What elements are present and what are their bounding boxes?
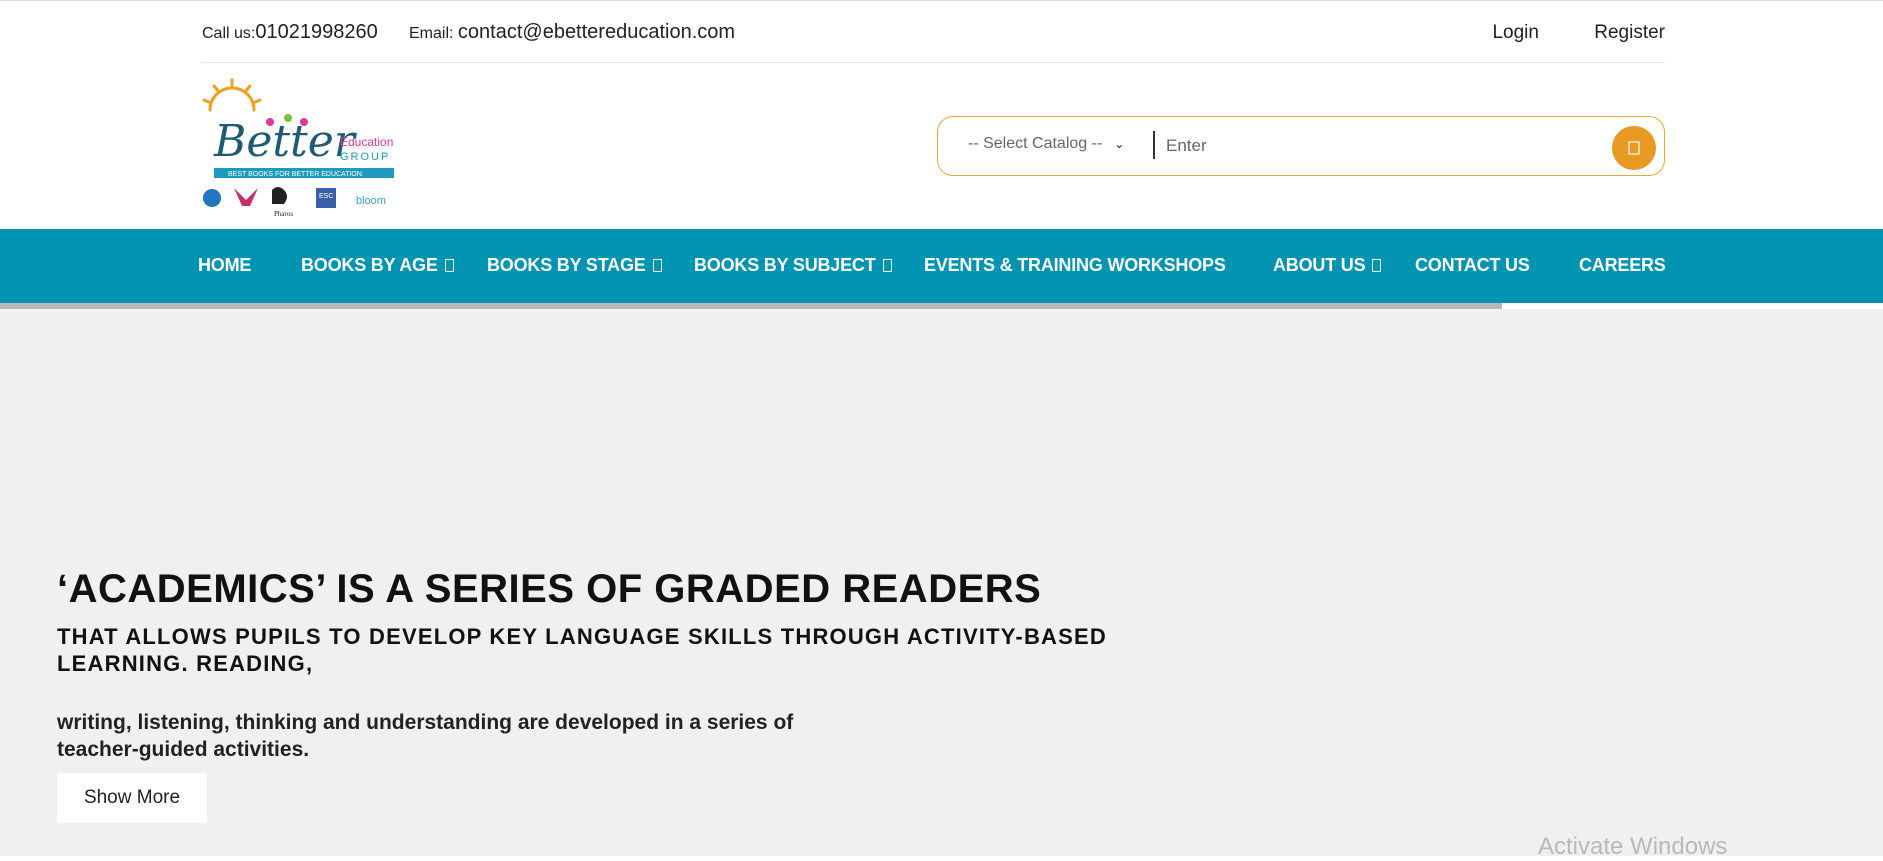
search-divider [1153, 131, 1155, 159]
logo-wordmark: Better [213, 116, 358, 167]
logo-education-text: Education [340, 135, 393, 149]
search-bar: -- Select Catalog -- ⌄ [937, 116, 1665, 176]
dropdown-icon [652, 259, 662, 272]
nav-books-by-stage-label: BOOKS BY STAGE [487, 255, 646, 275]
nav-about-us-label: ABOUT US [1273, 255, 1366, 275]
nav-books-by-age-label: BOOKS BY AGE [301, 255, 438, 275]
logo-tagline: BEST BOOKS FOR BETTER EDUCATION [228, 171, 362, 178]
nav-careers[interactable]: CAREERS [1579, 255, 1666, 276]
activate-windows-watermark: Activate Windows [1538, 833, 1728, 860]
show-more-button[interactable]: Show More [57, 773, 207, 823]
email-label: Email: [409, 25, 454, 42]
logo-pharos-text: Pharos [274, 210, 293, 218]
nav-books-by-stage[interactable]: BOOKS BY STAGE [487, 255, 662, 276]
better-education-logo[interactable]: Better Education GROUP BEST BOOKS FOR BE… [200, 76, 396, 220]
login-link[interactable]: Login [1492, 22, 1539, 43]
catalog-select[interactable]: -- Select Catalog -- ⌄ [968, 135, 1124, 153]
logo-esc-text: ESC [319, 193, 333, 200]
nav-home-label: HOME [198, 255, 252, 275]
logo-bloom-text: bloom [356, 195, 386, 207]
hero-subtitle: THAT ALLOWS PUPILS TO DEVELOP KEY LANGUA… [57, 624, 1107, 676]
call-label: Call us: [202, 25, 256, 42]
hero-body-text: writing, listening, thinking and underst… [57, 711, 794, 761]
dropdown-icon [882, 259, 892, 272]
catalog-select-label: -- Select Catalog -- [968, 135, 1103, 152]
nav-books-by-age[interactable]: BOOKS BY AGE [301, 255, 454, 276]
logo-graphic: Better Education GROUP BEST BOOKS FOR BE… [202, 78, 394, 218]
search-icon [1628, 141, 1640, 155]
nav-home[interactable]: HOME [198, 255, 251, 276]
top-bar: Call us:01021998260 Email: contact@ebett… [0, 0, 1883, 63]
logo-group-text: GROUP [340, 151, 390, 163]
nav-contact-us[interactable]: CONTACT US [1415, 255, 1530, 276]
header: Better Education GROUP BEST BOOKS FOR BE… [0, 62, 1883, 229]
chevron-down-icon: ⌄ [1114, 137, 1125, 151]
nav-events-label: EVENTS & TRAINING WORKSHOPS [924, 255, 1226, 275]
dropdown-icon [444, 259, 454, 272]
email-contact: Email: contact@ebettereducation.com [409, 21, 735, 44]
nav-books-by-subject-label: BOOKS BY SUBJECT [694, 255, 876, 275]
nav-careers-label: CAREERS [1579, 255, 1666, 275]
hero-section: ‘ACADEMICS’ IS A SERIES OF GRADED READER… [0, 309, 1883, 860]
top-bar-inner: Call us:01021998260 Email: contact@ebett… [202, 1, 1665, 63]
search-input[interactable] [1166, 129, 1566, 163]
phone-number[interactable]: 01021998260 [255, 21, 377, 43]
register-link[interactable]: Register [1594, 22, 1665, 43]
nav-contact-us-label: CONTACT US [1415, 255, 1530, 275]
main-navigation: HOME BOOKS BY AGE BOOKS BY STAGE BOOKS B… [0, 229, 1883, 303]
auth-links: Login Register [1442, 22, 1665, 44]
search-button[interactable] [1612, 126, 1656, 170]
phone-contact: Call us:01021998260 [202, 21, 378, 44]
nav-events-training-workshops[interactable]: EVENTS & TRAINING WORKSHOPS [924, 255, 1226, 276]
hero-title: ‘ACADEMICS’ IS A SERIES OF GRADED READER… [57, 567, 1042, 611]
nav-books-by-subject[interactable]: BOOKS BY SUBJECT [694, 255, 892, 276]
dropdown-icon [1372, 259, 1382, 272]
nav-about-us[interactable]: ABOUT US [1273, 255, 1382, 276]
email-address[interactable]: contact@ebettereducation.com [458, 21, 735, 43]
